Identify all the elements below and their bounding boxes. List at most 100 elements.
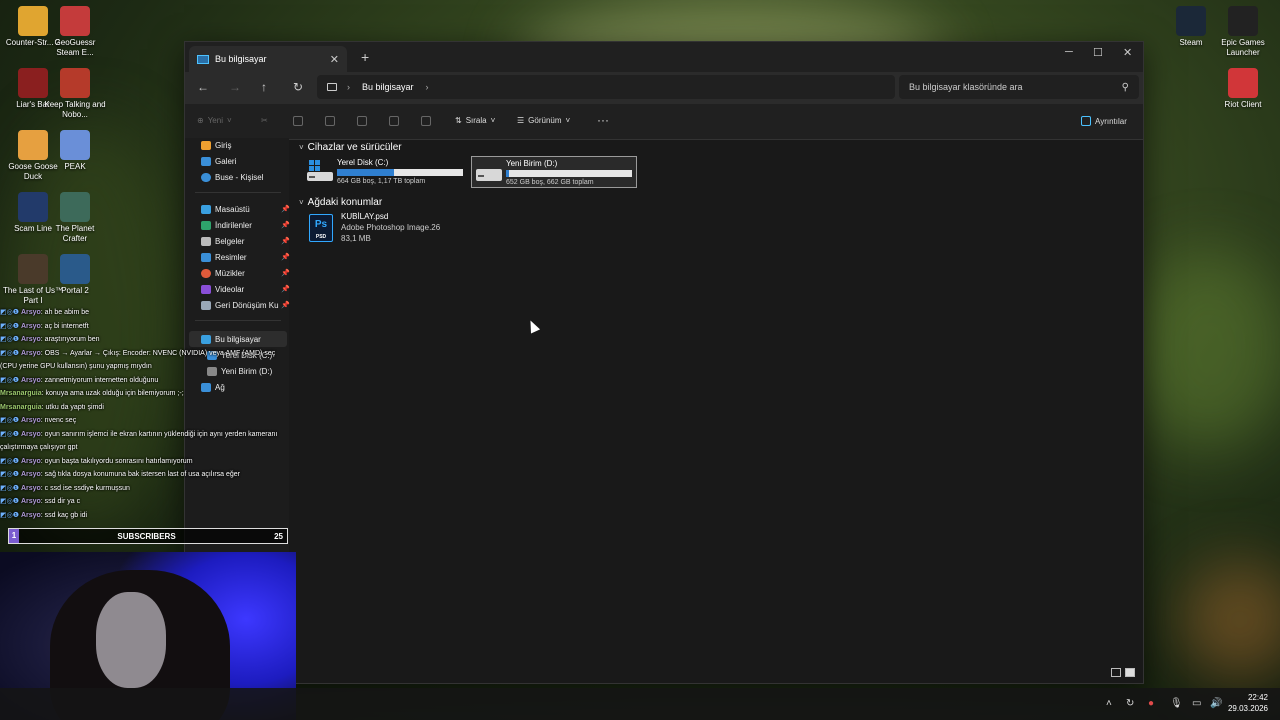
details-view-icon[interactable] [1111,668,1121,677]
refresh-button[interactable]: ↻ [293,80,303,94]
subscribers-goal-bar: 1 SUBSCRIBERS 25 [8,528,288,544]
volume-icon[interactable]: 🔊 [1210,698,1222,709]
desktop-shortcut[interactable]: Riot Client [1212,68,1274,110]
desktop-icon [201,204,211,214]
chevron-right-icon[interactable]: › [426,82,429,92]
steam-icon [1176,6,1206,36]
desktop-shortcut[interactable]: PEAK [44,130,106,172]
chat-username: Arsyo [20,336,41,343]
desktop-shortcut[interactable]: Keep Talking and Nobo... [44,68,106,120]
desktop-shortcut-label: PEAK [64,162,86,171]
clock-time: 22:42 [1247,693,1268,702]
sidebar-item-music[interactable]: Müzikler 📌 [201,266,290,280]
desktop-shortcut[interactable]: Portal 2 [44,254,106,296]
chat-text: : OBS → Ayarlar → Çıkış: Encoder: NVENC … [0,349,276,371]
search-input[interactable]: Bu bilgisayar klasöründe ara ⚲ [899,75,1139,99]
chat-username: Arsyo [20,349,41,357]
record-icon[interactable]: ● [1148,698,1154,709]
music-icon [201,268,211,278]
tiles-view-icon[interactable] [1125,668,1135,677]
sidebar-item-desktop[interactable]: Masaüstü 📌 [201,202,290,216]
back-button[interactable]: ← [197,80,209,94]
chevron-down-icon: ˅ [299,198,304,207]
rename-icon [357,116,367,126]
file-type: Adobe Photoshop Image.26 [341,223,441,232]
view-label: Görünüm [528,116,562,125]
copy-button[interactable] [293,116,303,126]
share-button[interactable] [389,116,399,126]
desktop-shortcut[interactable]: Epic Games Launcher [1212,6,1274,58]
drive-c-tile[interactable]: Yerel Disk (C:) 664 GB boş, 1,17 TB topl… [303,156,469,188]
minimize-button[interactable]: ─ [1065,46,1073,58]
network-icon[interactable]: ▭ [1192,698,1201,709]
view-button[interactable]: ☰ Görünüm ˅ [517,116,570,125]
new-label: Yeni [207,116,223,125]
photoshop-icon-subtext: PSD [315,234,327,240]
delete-button[interactable] [421,116,431,126]
details-button[interactable]: Ayrıntılar [1081,116,1127,126]
drive-c-icon [307,160,333,181]
sidebar-item-pictures[interactable]: Resimler 📌 [201,250,290,264]
chat-badges-icon: ◩◎❶ [0,430,21,438]
new-tab-button[interactable]: + [361,49,369,65]
document-icon [201,236,211,246]
computer-icon [197,54,209,64]
up-button[interactable]: ↑ [261,80,267,94]
chat-username: Arsyo [20,471,41,478]
chevron-up-icon[interactable]: ˄ [1106,698,1112,709]
sidebar-item-home[interactable]: Giriş [201,138,231,152]
breadcrumb[interactable]: Bu bilgisayar [362,82,414,92]
desktop-shortcut[interactable]: The Planet Crafter [44,192,106,244]
drive-capacity: 652 GB boş, 662 GB toplam [506,179,594,186]
divider [195,192,281,193]
pictures-icon [201,252,211,262]
maximize-button[interactable]: ☐ [1093,46,1103,59]
chat-badges-icon: ◩◎❶ [0,457,21,465]
trash-icon [421,116,431,126]
tab-this-pc[interactable]: Bu bilgisayar ✕ [189,46,347,72]
desktop-shortcut[interactable]: GeoGuessr Steam E... [44,6,106,58]
address-bar[interactable]: › Bu bilgisayar › [317,75,895,99]
chat-message: ◩◎❶ Arsyo: c ssd ise ssdiye kurmuşsun [0,482,290,496]
peak-icon [60,130,90,160]
sort-button[interactable]: ⇅ Sırala ˅ [455,116,495,125]
home-icon [201,140,211,150]
chat-badges-icon: ◩◎❶ [0,511,21,519]
sidebar-item-videos[interactable]: Videolar 📌 [201,282,290,296]
clock[interactable]: 22:42 29.03.2026 [1228,692,1268,714]
view-icon: ☰ [517,116,525,125]
file-explorer-window: Bu bilgisayar ✕ + ─ ☐ ✕ ← → ↑ ↻ › Bu bil… [184,41,1144,684]
group-header-devices[interactable]: ˅ Cihazlar ve sürücüler [299,142,402,153]
drive-d-tile[interactable]: Yeni Birim (D:) 652 GB boş, 662 GB topla… [471,156,637,188]
file-item-psd[interactable]: Ps PSD KUBİLAY.psd Adobe Photoshop Image… [309,212,509,246]
cut-button[interactable]: ✂ [261,116,268,125]
group-header-network-locations[interactable]: ˅ Ağdaki konumlar [299,197,382,208]
drive-usage-bar [337,169,463,176]
sidebar-item-label: Belgeler [215,236,245,246]
chat-badges-icon: ◩◎❶ [0,498,21,505]
desktop-shortcut-label: Portal 2 [61,286,89,295]
more-options-button[interactable]: ··· [597,113,609,127]
sort-label: Sırala [465,116,487,125]
clock-date: 29.03.2026 [1227,704,1268,713]
more-icon: ··· [597,113,609,127]
rename-button[interactable] [357,116,367,126]
sidebar-item-gallery[interactable]: Galeri [201,154,236,168]
pin-icon: 📌 [281,254,290,261]
sidebar-item-documents[interactable]: Belgeler 📌 [201,234,290,248]
microphone-icon[interactable]: 🎙 [1170,698,1183,709]
new-button[interactable]: ⊕ Yeni ˅ [197,116,232,125]
photoshop-icon-text: Ps [314,219,328,230]
sync-icon[interactable]: ↻ [1126,698,1134,709]
subs-current: 1 [9,529,19,543]
content-pane: ˅ Cihazlar ve sürücüler Yerel Disk (C:) … [291,138,1143,683]
forward-button[interactable]: → [229,80,241,94]
file-size: 83,1 MB [341,234,371,243]
close-window-button[interactable]: ✕ [1123,46,1132,59]
paste-button[interactable] [325,116,335,126]
sidebar-item-onedrive[interactable]: Buse - Kişisel [201,170,263,184]
geoguessr-icon [60,6,90,36]
details-pane-icon [1081,116,1091,126]
close-tab-icon[interactable]: ✕ [330,53,339,66]
sidebar-item-downloads[interactable]: İndirilenler 📌 [201,218,290,232]
